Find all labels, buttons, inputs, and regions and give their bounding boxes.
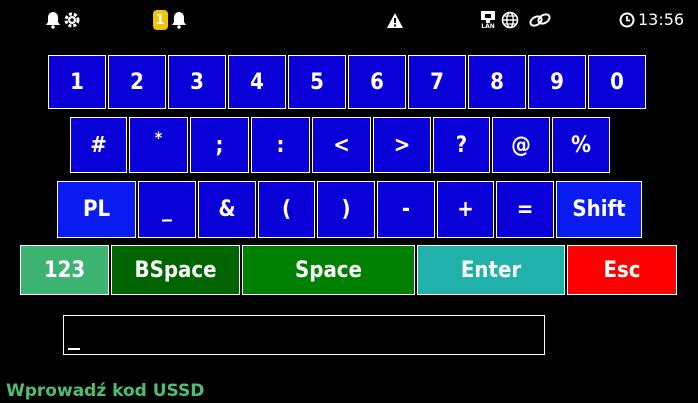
key-at[interactable]: @ (492, 117, 550, 173)
key-pl-language[interactable]: PL (57, 181, 136, 238)
key-hash[interactable]: # (70, 117, 127, 173)
enter-button[interactable]: Enter (417, 245, 565, 295)
key-1[interactable]: 1 (48, 55, 106, 109)
key-right-paren[interactable]: ) (317, 181, 375, 238)
key-ampersand[interactable]: & (198, 181, 256, 238)
key-2[interactable]: 2 (108, 55, 166, 109)
key-question[interactable]: ? (433, 117, 490, 173)
input-prompt-label: Wprowadź kod USSD (6, 381, 205, 401)
clock-icon (618, 10, 636, 30)
bell-icon (44, 10, 62, 30)
key-greater-than[interactable]: > (373, 117, 431, 173)
key-6[interactable]: 6 (348, 55, 406, 109)
key-less-than[interactable]: < (312, 117, 371, 173)
link-icon (526, 10, 554, 30)
warning-icon (385, 10, 405, 30)
key-underscore[interactable]: _ (138, 181, 196, 238)
key-4[interactable]: 4 (228, 55, 286, 109)
clock-time: 13:56 (638, 10, 685, 29)
key-minus[interactable]: - (377, 181, 435, 238)
key-asterisk[interactable]: * (129, 117, 188, 173)
notification-bell-icon (170, 10, 188, 30)
key-equals[interactable]: = (496, 181, 554, 238)
shift-button[interactable]: Shift (556, 181, 642, 238)
status-bar: 1 LAN 13:56 (0, 0, 698, 40)
lan-icon: LAN (478, 10, 498, 30)
numeric-mode-button[interactable]: 123 (20, 245, 109, 295)
key-8[interactable]: 8 (468, 55, 526, 109)
text-caret (68, 348, 80, 350)
key-0[interactable]: 0 (588, 55, 646, 109)
key-left-paren[interactable]: ( (258, 181, 315, 238)
escape-button[interactable]: Esc (567, 245, 677, 295)
ussd-code-input[interactable] (63, 315, 545, 355)
space-button[interactable]: Space (242, 245, 415, 295)
alert-count-badge: 1 (152, 10, 168, 30)
key-7[interactable]: 7 (408, 55, 466, 109)
key-5[interactable]: 5 (288, 55, 346, 109)
backspace-button[interactable]: BSpace (111, 245, 240, 295)
key-3[interactable]: 3 (168, 55, 226, 109)
gear-icon[interactable] (62, 10, 82, 30)
key-plus[interactable]: + (437, 181, 494, 238)
key-colon[interactable]: : (251, 117, 310, 173)
key-semicolon[interactable]: ; (190, 117, 249, 173)
globe-icon (500, 10, 520, 30)
key-percent[interactable]: % (552, 117, 610, 173)
key-9[interactable]: 9 (528, 55, 586, 109)
